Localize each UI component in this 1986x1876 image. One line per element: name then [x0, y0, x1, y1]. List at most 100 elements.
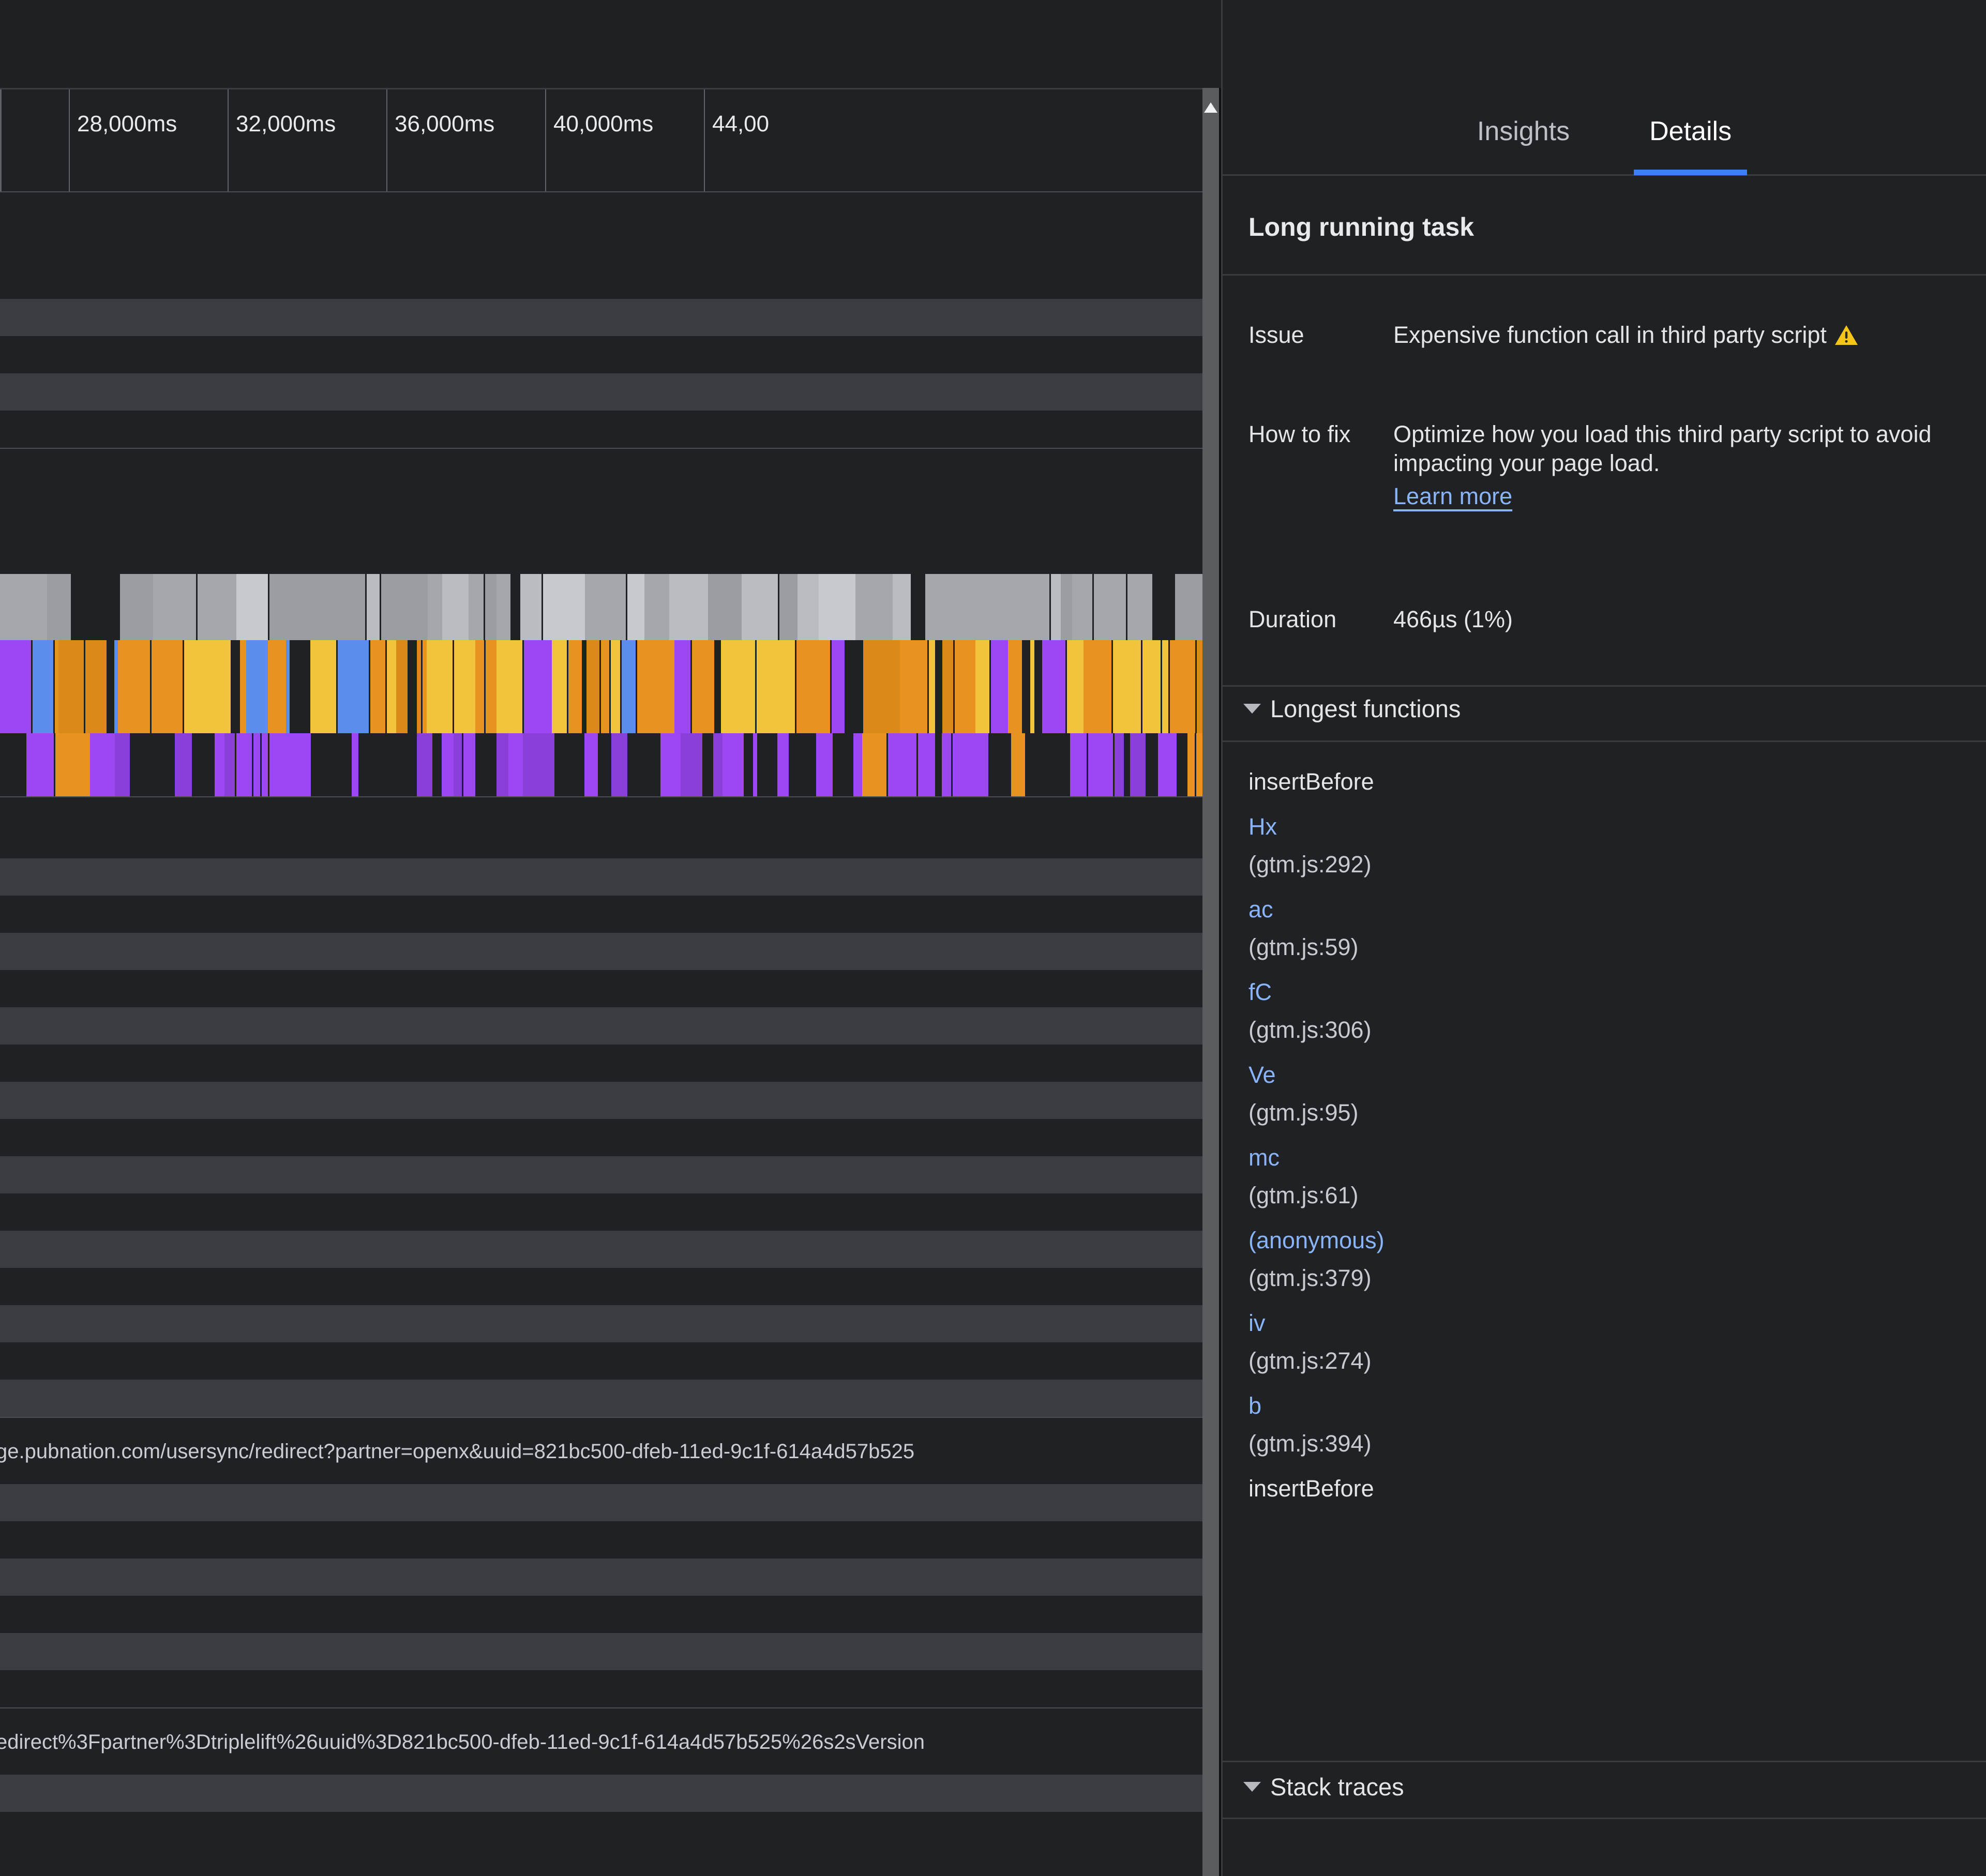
- flame-block[interactable]: [942, 640, 953, 733]
- flame-block[interactable]: [552, 640, 567, 733]
- flame-block[interactable]: [508, 733, 523, 796]
- flame-block[interactable]: [893, 574, 910, 640]
- flame-block[interactable]: [543, 574, 584, 640]
- flame-block[interactable]: [813, 640, 830, 733]
- flame-block[interactable]: [971, 574, 986, 640]
- flame-block[interactable]: [584, 733, 598, 796]
- flame-block[interactable]: [741, 640, 756, 733]
- flame-block[interactable]: [611, 733, 627, 796]
- flame-block[interactable]: [918, 733, 935, 796]
- flame-block[interactable]: [269, 733, 277, 796]
- flame-block[interactable]: [1008, 640, 1014, 733]
- timeline-tracks[interactable]: ge.pubnation.com/usersync/redirect?partn…: [0, 191, 1202, 1876]
- flame-block[interactable]: [975, 640, 989, 733]
- flame-block[interactable]: [862, 733, 886, 796]
- flame-block[interactable]: [1197, 640, 1202, 733]
- flame-block[interactable]: [352, 733, 358, 796]
- flame-block[interactable]: [367, 574, 380, 640]
- flame-block[interactable]: [442, 574, 469, 640]
- flame-block[interactable]: [819, 574, 855, 640]
- flame-block[interactable]: [286, 640, 290, 733]
- flame-block[interactable]: [475, 640, 484, 733]
- flame-block[interactable]: [1022, 574, 1049, 640]
- flame-block[interactable]: [269, 574, 314, 640]
- flame-block[interactable]: [622, 640, 636, 733]
- flame-block[interactable]: [246, 640, 268, 733]
- flame-block[interactable]: [214, 640, 231, 733]
- flame-block[interactable]: [224, 733, 235, 796]
- flame-block[interactable]: [523, 733, 547, 796]
- flame-block[interactable]: [486, 640, 496, 733]
- flame-block[interactable]: [1170, 640, 1195, 733]
- flame-block[interactable]: [58, 640, 84, 733]
- flame-block[interactable]: [442, 733, 453, 796]
- flame-block[interactable]: [428, 574, 442, 640]
- flame-block[interactable]: [33, 640, 53, 733]
- function-name-link[interactable]: b: [1248, 1387, 1973, 1432]
- flame-block[interactable]: [84, 733, 90, 796]
- flame-block[interactable]: [855, 574, 893, 640]
- flame-block[interactable]: [832, 640, 845, 733]
- flame-block[interactable]: [777, 733, 789, 796]
- flame-block[interactable]: [0, 640, 31, 733]
- function-name-link[interactable]: ac: [1248, 890, 1973, 935]
- function-name-link[interactable]: Ve: [1248, 1056, 1973, 1101]
- flame-block[interactable]: [198, 640, 214, 733]
- flame-block[interactable]: [72, 733, 84, 796]
- flame-block[interactable]: [496, 574, 510, 640]
- flame-block[interactable]: [779, 574, 798, 640]
- flame-block[interactable]: [798, 574, 819, 640]
- flame-block[interactable]: [863, 640, 880, 733]
- flame-block[interactable]: [669, 574, 708, 640]
- flame-block[interactable]: [721, 640, 741, 733]
- flame-block[interactable]: [974, 733, 983, 796]
- flame-chart[interactable]: [0, 574, 1202, 796]
- flame-block[interactable]: [85, 640, 107, 733]
- flame-block[interactable]: [427, 640, 446, 733]
- flame-block[interactable]: [343, 574, 365, 640]
- flame-block[interactable]: [1072, 574, 1092, 640]
- performance-timeline[interactable]: 28,000ms 32,000ms 36,000ms 40,000ms 44,0…: [0, 88, 1202, 1876]
- flame-block[interactable]: [983, 733, 988, 796]
- flame-block[interactable]: [175, 733, 192, 796]
- flame-block[interactable]: [26, 733, 36, 796]
- flame-block[interactable]: [152, 640, 183, 733]
- flame-block[interactable]: [991, 640, 1008, 733]
- flame-block[interactable]: [1079, 733, 1087, 796]
- flame-block[interactable]: [1187, 733, 1195, 796]
- function-name-link[interactable]: mc: [1248, 1139, 1973, 1184]
- function-name-link[interactable]: Hx: [1248, 808, 1973, 853]
- flame-block[interactable]: [1142, 640, 1161, 733]
- flame-block[interactable]: [47, 574, 70, 640]
- flame-block[interactable]: [0, 574, 47, 640]
- flame-block[interactable]: [637, 640, 651, 733]
- flame-block[interactable]: [942, 733, 951, 796]
- flame-block[interactable]: [370, 640, 385, 733]
- flame-block[interactable]: [268, 640, 285, 733]
- flame-block[interactable]: [547, 733, 554, 796]
- flame-block[interactable]: [184, 640, 198, 733]
- flame-block[interactable]: [1042, 640, 1065, 733]
- flame-block[interactable]: [198, 574, 236, 640]
- flame-block[interactable]: [674, 640, 690, 733]
- flame-block[interactable]: [644, 574, 669, 640]
- flame-block[interactable]: [1196, 733, 1202, 796]
- flame-block[interactable]: [90, 733, 101, 796]
- request-url[interactable]: edirect%3Fpartner%3Dtriplelift%26uuid%3D…: [0, 1708, 1202, 1776]
- flame-block[interactable]: [853, 733, 862, 796]
- flame-block[interactable]: [236, 733, 252, 796]
- flame-block[interactable]: [118, 640, 150, 733]
- flame-block[interactable]: [215, 733, 225, 796]
- flame-block[interactable]: [289, 733, 311, 796]
- flame-block[interactable]: [568, 640, 581, 733]
- flame-block[interactable]: [277, 733, 289, 796]
- request-url[interactable]: ge.pubnation.com/usersync/redirect?partn…: [0, 1418, 1202, 1485]
- flame-block[interactable]: [757, 640, 770, 733]
- flame-block[interactable]: [953, 733, 974, 796]
- flame-block[interactable]: [102, 733, 115, 796]
- flame-block[interactable]: [586, 640, 599, 733]
- function-name-link[interactable]: (anonymous): [1248, 1221, 1973, 1266]
- flame-block[interactable]: [723, 733, 744, 796]
- flame-block[interactable]: [1084, 640, 1111, 733]
- flame-block[interactable]: [396, 640, 408, 733]
